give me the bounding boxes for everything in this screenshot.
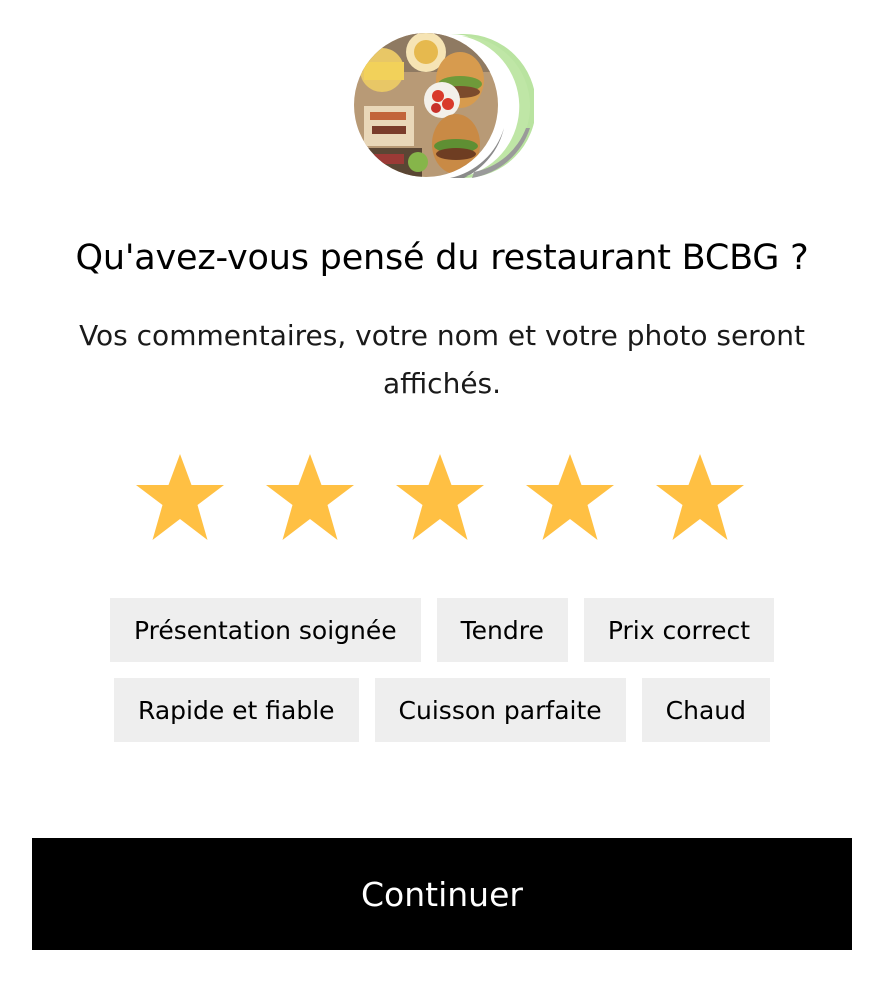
star-1-icon[interactable] xyxy=(132,452,228,548)
star-4-icon[interactable] xyxy=(522,452,618,548)
star-rating xyxy=(132,452,748,548)
tag-row-2: Rapide et fiable Cuisson parfaite Chaud xyxy=(0,678,884,742)
star-2-icon[interactable] xyxy=(262,452,358,548)
tag-chip[interactable]: Prix correct xyxy=(583,598,775,662)
tag-chip[interactable]: Chaud xyxy=(641,678,770,742)
tag-row-1: Présentation soignée Tendre Prix correct xyxy=(0,598,884,662)
star-5-icon[interactable] xyxy=(652,452,748,548)
tag-chip[interactable]: Rapide et fiable xyxy=(114,678,359,742)
tag-chip[interactable]: Présentation soignée xyxy=(109,598,421,662)
restaurant-avatar xyxy=(354,32,534,180)
tag-chip[interactable]: Tendre xyxy=(436,598,568,662)
page-subtitle: Vos commentaires, votre nom et votre pho… xyxy=(79,319,805,400)
tag-chip[interactable]: Cuisson parfaite xyxy=(374,678,626,742)
continue-button[interactable]: Continuer xyxy=(32,838,852,950)
star-3-icon[interactable] xyxy=(392,452,488,548)
restaurant-food-photo-icon xyxy=(354,32,534,179)
page-title: Qu'avez-vous pensé du restaurant BCBG ? xyxy=(75,238,809,278)
